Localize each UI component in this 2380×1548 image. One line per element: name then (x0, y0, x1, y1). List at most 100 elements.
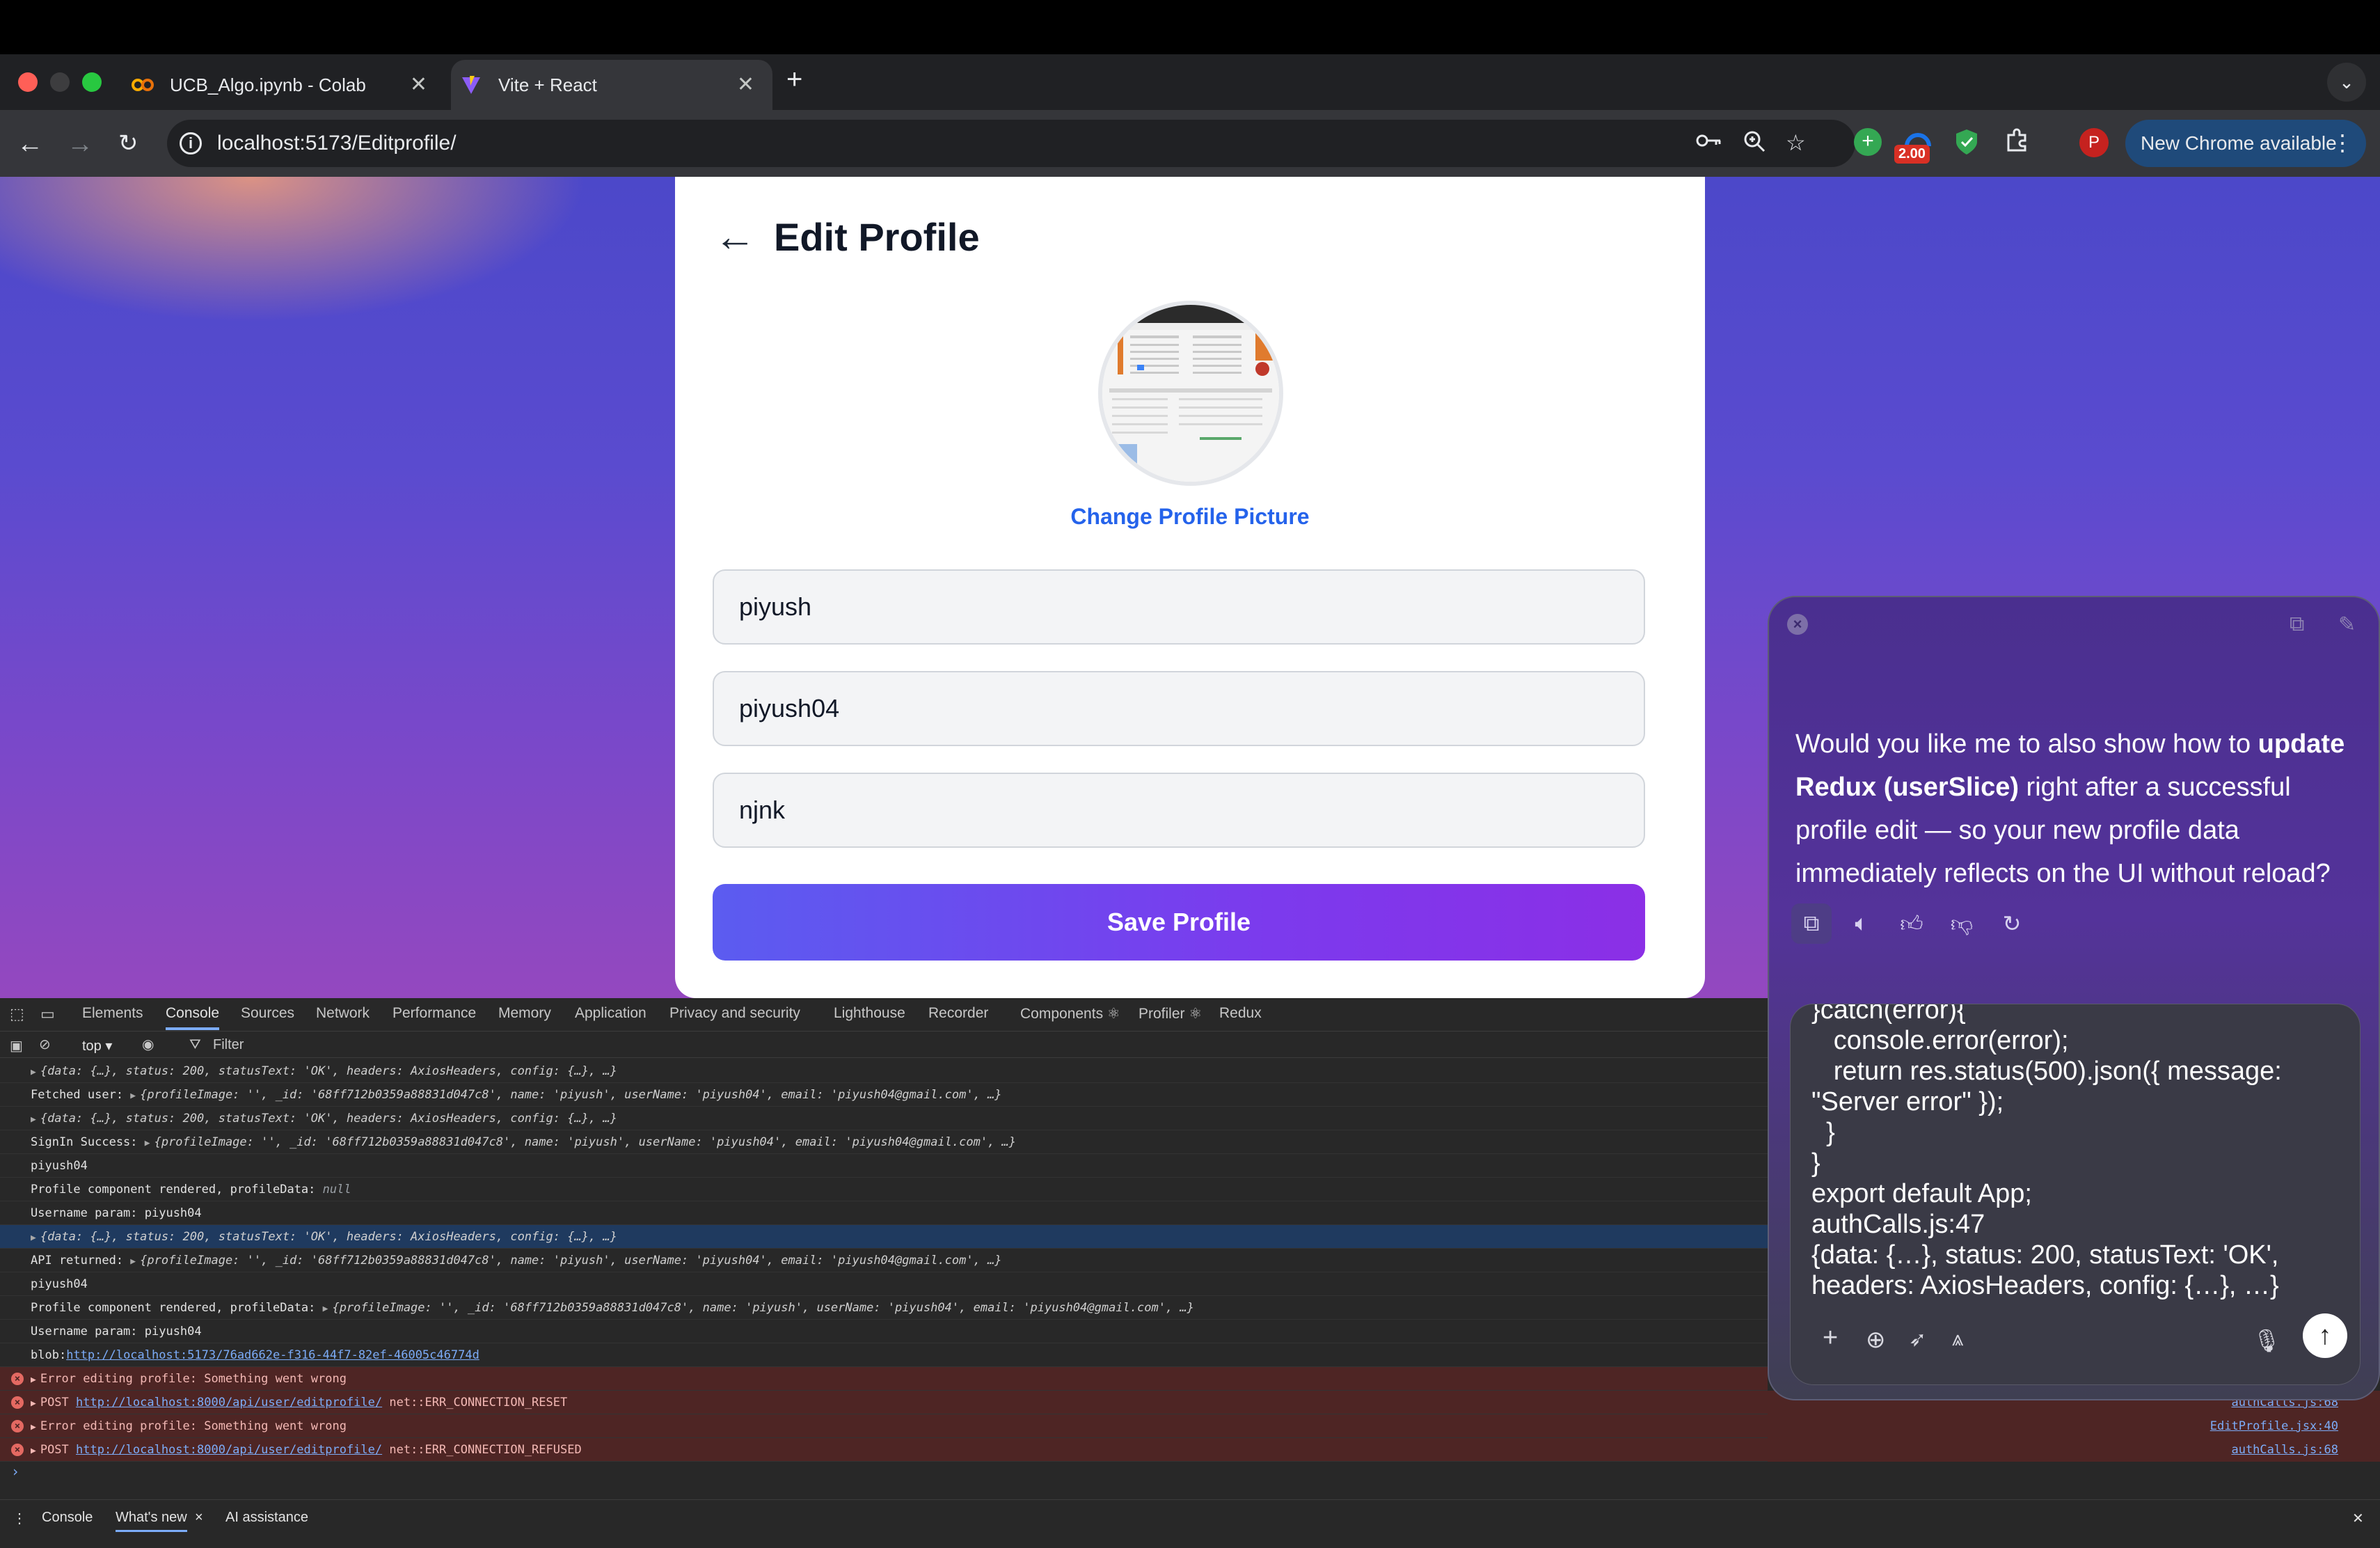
url-text[interactable]: localhost:5173/Editprofile/ (217, 132, 457, 155)
username-input[interactable] (713, 671, 1645, 746)
console-error-row[interactable]: × ▶ Error editing profile: Something went … (0, 1367, 1768, 1391)
close-tab-icon[interactable]: × (195, 1510, 203, 1526)
tab-lighthouse[interactable]: Lighthouse (834, 1005, 905, 1022)
error-text: Error editing profile: Something went wr… (40, 1372, 347, 1386)
save-profile-button[interactable]: Save Profile (713, 884, 1645, 961)
tab-application[interactable]: Application (575, 1005, 646, 1022)
site-info-icon[interactable]: i (180, 132, 202, 155)
tools-icon[interactable]: ⩓ (1952, 1327, 1964, 1351)
console-error-row[interactable]: × ▶ Error editing profile: Something went … (0, 1414, 1768, 1438)
tab-privacy-security[interactable]: Privacy and security (669, 1005, 800, 1022)
chevron-down-icon[interactable]: ⌄ (2327, 63, 2366, 102)
new-tab-icon[interactable]: + (786, 64, 802, 95)
console-row[interactable]: ▶ {data: {…}, status: 200, statusText: 'O… (0, 1059, 1768, 1083)
forward-icon[interactable]: → (67, 129, 93, 159)
chat-composer[interactable]: }catch(error){ console.error(error); ret… (1790, 1004, 2361, 1385)
back-arrow-icon[interactable]: ← (714, 216, 756, 258)
composer-input[interactable]: }catch(error){ console.error(error); ret… (1811, 1004, 2347, 1301)
console-prompt[interactable]: › (11, 1463, 19, 1480)
console-row[interactable]: Fetched user: ▶ {profileImage: '', _id: '… (0, 1083, 1768, 1107)
drawer-tab-ai-assistance[interactable]: AI assistance (225, 1510, 308, 1526)
close-tab-icon[interactable]: ✕ (410, 72, 427, 97)
request-url-link[interactable]: http://localhost:8000/api/user/editprofi… (76, 1443, 382, 1457)
tab-elements[interactable]: Elements (82, 1005, 143, 1022)
tab-performance[interactable]: Performance (392, 1005, 476, 1022)
request-method: POST (40, 1396, 77, 1409)
console-row[interactable]: API returned: ▶ {profileImage: '', _id: '… (0, 1249, 1768, 1272)
change-profile-picture-link[interactable]: Change Profile Picture (675, 504, 1705, 530)
extensions-puzzle-icon[interactable] (2004, 128, 2032, 156)
new-chat-icon[interactable]: ✎ (2338, 613, 2356, 637)
extension-add-icon[interactable]: + (1854, 128, 1882, 156)
inspect-element-icon[interactable]: ⬚ (10, 1005, 24, 1023)
tab-network[interactable]: Network (316, 1005, 370, 1022)
profile-picture[interactable] (1098, 301, 1283, 486)
bookmark-star-icon[interactable]: ☆ (1786, 129, 1806, 156)
tab-profiler[interactable]: Profiler ⚛ (1139, 1005, 1202, 1022)
kebab-menu-icon[interactable]: ⋮ (2331, 129, 2354, 156)
clear-console-icon[interactable]: ⊘ (39, 1036, 51, 1053)
console-row[interactable]: SignIn Success: ▶ {profileImage: '', _id:… (0, 1130, 1768, 1154)
error-icon: × (11, 1420, 24, 1432)
regenerate-icon[interactable]: ↻ (1992, 903, 2032, 944)
popout-icon[interactable]: ⧉ (2290, 613, 2304, 636)
read-aloud-icon[interactable]: 🔈︎ (1841, 903, 1882, 944)
device-toolbar-icon[interactable]: ▭ (40, 1005, 55, 1023)
tab-sources[interactable]: Sources (241, 1005, 294, 1022)
tab-components[interactable]: Components ⚛ (1020, 1005, 1120, 1022)
password-key-icon[interactable] (1695, 129, 1723, 157)
reload-icon[interactable]: ↻ (118, 129, 138, 157)
drawer-tab-whats-new[interactable]: What's new (116, 1510, 187, 1532)
browser-tab-vite[interactable]: Vite + React ✕ (451, 60, 772, 110)
console-error-row[interactable]: × ▶ POST http://localhost:8000/api/user/ed… (0, 1438, 1768, 1462)
send-button[interactable]: ↑ (2303, 1313, 2347, 1358)
new-chrome-available-button[interactable]: New Chrome available ⋮ (2125, 120, 2366, 167)
console-error-row[interactable]: × ▶ POST http://localhost:8000/api/user/ed… (0, 1391, 1768, 1414)
plus-icon[interactable]: + (1823, 1323, 1838, 1353)
browser-tab-colab[interactable]: UCB_Algo.ipynb - Colab ✕ (118, 60, 445, 110)
console-row[interactable]: blob:http://localhost:5173/76ad662e-f316… (0, 1343, 1768, 1367)
source-link[interactable]: authCalls.js:68 (2231, 1438, 2338, 1462)
close-drawer-icon[interactable]: ✕ (2352, 1510, 2364, 1527)
window-maximize-button[interactable] (82, 72, 102, 92)
drawer-tab-console[interactable]: Console (42, 1510, 93, 1526)
close-tab-icon[interactable]: ✕ (737, 72, 754, 97)
tab-console[interactable]: Console (166, 1005, 220, 1030)
log-label: SignIn Success: (31, 1135, 145, 1149)
close-icon[interactable]: × (1787, 614, 1808, 635)
sidebar-toggle-icon[interactable]: ▣ (10, 1037, 23, 1055)
error-source[interactable]: authCalls.js:68 (1768, 1438, 2380, 1462)
thumbs-up-icon[interactable]: 👍︎ (1891, 903, 1932, 944)
rocket-icon[interactable]: ➶ (1909, 1327, 1926, 1352)
microphone-icon[interactable]: 🎙︎ (2253, 1327, 2281, 1354)
profile-avatar[interactable]: P (2079, 128, 2109, 157)
globe-icon[interactable]: ⊕ (1866, 1326, 1886, 1354)
context-selector[interactable]: top ▾ (82, 1037, 112, 1055)
tab-memory[interactable]: Memory (498, 1005, 551, 1022)
filter-input[interactable]: Filter (213, 1037, 244, 1053)
window-minimize-button[interactable] (50, 72, 70, 92)
bio-input[interactable] (713, 773, 1645, 848)
tab-redux[interactable]: Redux (1219, 1005, 1262, 1022)
console-row-selected[interactable]: ▶ {data: {…}, status: 200, statusText: 'O… (0, 1225, 1768, 1249)
log-object: {profileImage: '', _id: '68ff712b0359a88… (332, 1301, 1194, 1315)
window-close-button[interactable] (18, 72, 38, 92)
source-link[interactable]: EditProfile.jsx:40 (2210, 1414, 2338, 1438)
copy-icon[interactable]: ⧉ (1791, 903, 1832, 944)
drawer-menu-icon[interactable]: ⋮ (13, 1510, 26, 1527)
console-row[interactable]: ▶ {data: {…}, status: 200, statusText: 'O… (0, 1107, 1768, 1130)
error-source[interactable]: EditProfile.jsx:40 (1768, 1414, 2380, 1438)
zoom-icon[interactable] (1743, 129, 1766, 159)
console-row[interactable]: Profile component rendered, profileData:… (0, 1296, 1768, 1320)
tab-recorder[interactable]: Recorder (928, 1005, 988, 1022)
log-null: null (322, 1183, 351, 1196)
log-text: Username param: piyush04 (31, 1206, 202, 1220)
log-label: blob: (31, 1348, 67, 1362)
thumbs-down-icon[interactable]: 👎︎ (1942, 903, 1982, 944)
request-url-link[interactable]: http://localhost:8000/api/user/editprofi… (76, 1396, 382, 1409)
shield-icon[interactable] (1954, 128, 1982, 156)
eye-icon[interactable]: ◉ (142, 1036, 154, 1053)
back-icon[interactable]: ← (17, 129, 43, 159)
blob-link[interactable]: http://localhost:5173/76ad662e-f316-44f7… (66, 1348, 479, 1362)
name-input[interactable] (713, 569, 1645, 645)
